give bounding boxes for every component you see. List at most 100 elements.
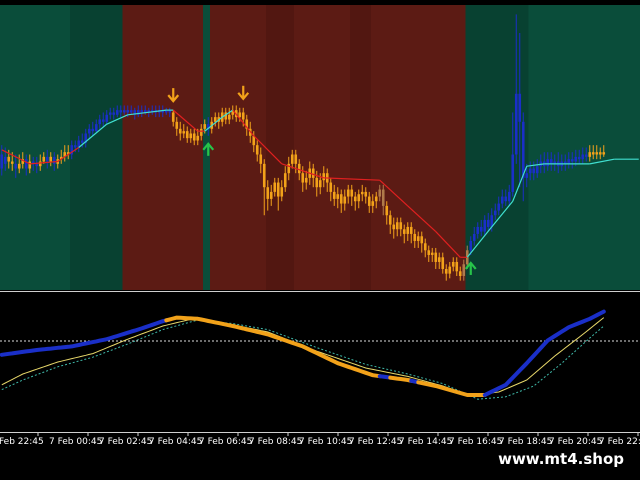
- candle-body: [364, 191, 368, 197]
- candle-body: [570, 159, 574, 162]
- candle-body: [595, 152, 599, 155]
- candle-body: [199, 128, 203, 136]
- candle-body: [238, 112, 242, 118]
- candle-body: [332, 191, 336, 199]
- candle-body: [49, 156, 53, 162]
- candle-body: [381, 189, 385, 206]
- candle-body: [535, 166, 539, 174]
- candle-body: [129, 110, 133, 113]
- trend-zone: [528, 5, 640, 290]
- candle-body: [3, 156, 7, 164]
- candle-body: [441, 257, 445, 269]
- candle-body: [350, 189, 354, 197]
- candle-body: [35, 163, 39, 167]
- candle-body: [357, 194, 361, 202]
- candle-body: [598, 152, 602, 155]
- candle-body: [259, 154, 263, 164]
- candle-body: [493, 210, 497, 216]
- candle-body: [140, 110, 144, 113]
- site-watermark[interactable]: www.mt4.shop: [486, 446, 634, 474]
- candle-body: [588, 152, 592, 157]
- candle-body: [602, 152, 606, 155]
- candle-body: [423, 243, 427, 251]
- trend-zone: [122, 5, 203, 290]
- candle-body: [101, 119, 105, 122]
- candle-body: [294, 154, 298, 164]
- candle-body: [420, 236, 424, 244]
- candle-body: [528, 168, 532, 174]
- candle-body: [360, 191, 364, 195]
- candle-body: [115, 110, 119, 115]
- candle-body: [269, 191, 273, 199]
- candle-body: [525, 173, 529, 178]
- candle-body: [567, 159, 571, 164]
- candle-body: [304, 177, 308, 183]
- candle-body: [416, 236, 420, 241]
- candle-body: [28, 161, 32, 169]
- candle-body: [346, 189, 350, 197]
- candle-body: [280, 187, 284, 197]
- trend-zone: [0, 5, 77, 290]
- candle-body: [574, 156, 578, 162]
- candle-body: [192, 133, 196, 141]
- time-tick-label: 7 Feb 06:45: [199, 437, 252, 447]
- trend-zone-stripe: [350, 5, 371, 290]
- candle-body: [213, 117, 217, 122]
- candle-body: [514, 93, 518, 155]
- candle-body: [276, 182, 280, 197]
- candle-body: [73, 145, 77, 148]
- candle-body: [521, 121, 525, 178]
- candle-body: [427, 250, 431, 255]
- candle-body: [255, 145, 259, 155]
- candle-body: [171, 112, 175, 122]
- candle-body: [94, 124, 98, 132]
- candle-body: [241, 112, 245, 120]
- candle-body: [476, 226, 480, 234]
- candle-body: [448, 266, 452, 274]
- candle-body: [518, 93, 522, 122]
- time-tick-label: 7 Feb 12:45: [349, 437, 402, 447]
- price-panel: [0, 5, 640, 290]
- candle-body: [497, 203, 501, 211]
- candle-body: [322, 173, 326, 181]
- candle-body: [437, 257, 441, 262]
- candle-body: [126, 110, 130, 113]
- candle-body: [504, 196, 508, 202]
- candle-body: [196, 135, 200, 141]
- candle-body: [24, 159, 28, 169]
- candle-body: [178, 128, 182, 134]
- time-tick-label: 7 Feb 08:45: [249, 437, 302, 447]
- candle-body: [108, 112, 112, 115]
- candle-body: [227, 114, 231, 120]
- candle-body: [367, 196, 371, 206]
- candle-body: [434, 252, 438, 262]
- candle-body: [507, 191, 511, 202]
- candle-body: [472, 233, 476, 241]
- candle-body: [402, 229, 406, 234]
- candle-body: [378, 189, 382, 197]
- candle-body: [112, 112, 116, 115]
- candle-body: [87, 128, 91, 134]
- candle-body: [581, 154, 585, 160]
- candle-body: [80, 140, 84, 143]
- candle-body: [283, 173, 287, 188]
- candle-body: [38, 161, 42, 167]
- candle-body: [374, 196, 378, 202]
- candle-body: [42, 156, 46, 162]
- candle-body: [14, 163, 18, 169]
- candle-body: [122, 110, 126, 113]
- candle-body: [532, 168, 536, 174]
- trend-zone-stripe: [266, 5, 294, 290]
- candle-body: [399, 222, 403, 230]
- candle-body: [469, 240, 473, 251]
- candle-body: [311, 168, 315, 178]
- candle-body: [577, 156, 581, 160]
- candle-body: [409, 226, 413, 234]
- candle-body: [175, 121, 179, 129]
- candle-body: [290, 154, 294, 164]
- candle-body: [297, 163, 301, 174]
- candle-body: [388, 215, 392, 225]
- candle-body: [413, 233, 417, 241]
- trend-zones: [0, 5, 640, 290]
- candle-body: [458, 271, 462, 276]
